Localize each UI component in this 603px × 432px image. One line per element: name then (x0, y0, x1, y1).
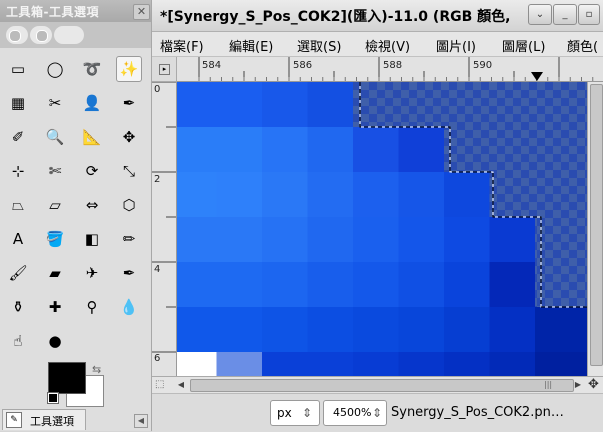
toolbox-titlebar[interactable]: 工具箱-工具選項 ✕ (0, 0, 151, 22)
fuzzy-select-icon[interactable]: ✨ (116, 56, 142, 82)
vertical-ruler-ticks (152, 82, 176, 353)
foreground-select-icon[interactable]: 👤 (79, 90, 105, 116)
horizontal-ruler[interactable]: 584 586 588 590 (177, 57, 603, 82)
smudge-icon[interactable]: ☝ (5, 328, 31, 354)
hruler-label: 590 (473, 60, 493, 71)
menu-item[interactable]: 圖片(I) (436, 36, 476, 55)
swap-colors-icon[interactable]: ⇆ (92, 363, 101, 376)
zoom-spin-icon: ⇕ (372, 406, 383, 420)
scroll-grip-icon: ||| (544, 380, 553, 389)
bucket-fill-icon[interactable]: 🪣 (42, 226, 68, 252)
shear-icon[interactable]: ⏢ (5, 192, 31, 218)
quick-mask-toggle-icon[interactable]: ⬚ (155, 379, 164, 390)
menu-item[interactable]: 圖層(L) (502, 36, 545, 55)
scissors-select-icon[interactable]: ✂ (42, 90, 68, 116)
vertical-ruler[interactable]: 0 2 4 6 (152, 82, 177, 376)
menubar: 檔案(F) 編輯(E) 選取(S) 檢視(V) 圖片(I) 圖層(L) 顏色( (152, 32, 603, 57)
menu-item[interactable]: 編輯(E) (229, 36, 273, 55)
dodge-burn-icon[interactable]: ● (42, 328, 68, 354)
horizontal-scrollbar[interactable]: ⬚ ◀ ||| ▶ ✥ (152, 376, 603, 393)
zoom-icon[interactable]: 🔍 (42, 124, 68, 150)
minimize-icon[interactable]: _ (553, 4, 577, 25)
blend-icon[interactable]: ◧ (79, 226, 105, 252)
dock-menu-arrow-icon[interactable]: ◀ (134, 414, 148, 428)
blur-sharpen-icon[interactable]: 💧 (116, 294, 142, 320)
hruler-label: 588 (383, 60, 403, 71)
vertical-scroll-thumb[interactable] (590, 84, 603, 366)
cage-transform-icon[interactable]: ⬡ (116, 192, 142, 218)
wilber-head-icon (54, 26, 84, 44)
zoomed-pixel-grid[interactable] (177, 82, 587, 376)
pointer-position-marker-icon (531, 72, 543, 81)
wilber-eye-icon (6, 26, 28, 44)
vruler-label: 2 (154, 174, 161, 185)
toolbox-window: 工具箱-工具選項 ✕ ▭ ◯ ➰ ✨ ▦ ✂ 👤 ✒ ✐ 🔍 📐 ✥ ⊹ ✄ ⟳ ⤡ ⏢ ⏥ ⇔ ⬡ A 🪣 ◧ ✏ 🖌 ▰ ✈ ✒ ⚱… (0, 0, 152, 431)
measure-icon[interactable]: 📐 (79, 124, 105, 150)
image-window-title: *[Synergy_S_Pos_COK2](匯入)-11.0 (RGB 顏色, (160, 9, 511, 25)
image-menu-icon[interactable]: ▸ (159, 64, 170, 75)
crop-icon[interactable]: ✄ (42, 158, 68, 184)
pencil-icon[interactable]: ✏ (116, 226, 142, 252)
status-filename: Synergy_S_Pos_COK2.pn… (391, 405, 564, 420)
zoom-selector[interactable]: 4500% ⇕ (323, 400, 387, 426)
rotate-icon[interactable]: ⟳ (79, 158, 105, 184)
wilber-eye-icon (30, 26, 52, 44)
menu-item[interactable]: 檢視(V) (365, 36, 410, 55)
hruler-label: 586 (293, 60, 313, 71)
tool-options-tab-label: 工具選項 (30, 415, 74, 428)
vruler-label: 4 (154, 264, 161, 275)
zoom-value: 4500% (333, 406, 372, 419)
ink-icon[interactable]: ✒ (116, 260, 142, 286)
horizontal-scroll-thumb[interactable] (190, 379, 574, 392)
align-icon[interactable]: ⊹ (5, 158, 31, 184)
window-menu-icon[interactable]: ⌄ (528, 4, 552, 25)
unit-selector[interactable]: px ⇕ (270, 400, 320, 426)
select-by-color-icon[interactable]: ▦ (5, 90, 31, 116)
default-colors-icon[interactable] (47, 392, 59, 404)
wilber-drop-area[interactable] (0, 22, 151, 48)
unit-spin-icon: ⇕ (302, 406, 313, 420)
foreground-color-swatch-front[interactable] (48, 362, 86, 394)
toolbox-close-icon[interactable]: ✕ (133, 4, 150, 20)
menu-item[interactable]: 選取(S) (297, 36, 341, 55)
heal-icon[interactable]: ✚ (42, 294, 68, 320)
free-select-icon[interactable]: ➰ (79, 56, 105, 82)
clone-icon[interactable]: ⚱ (5, 294, 31, 320)
vruler-label: 0 (154, 84, 161, 95)
menu-item[interactable]: 檔案(F) (160, 36, 204, 55)
image-canvas[interactable] (177, 82, 587, 376)
toolbox-title: 工具箱-工具選項 (6, 5, 99, 19)
flip-icon[interactable]: ⇔ (79, 192, 105, 218)
tool-options-icon: ✎ (6, 412, 22, 428)
rect-select-icon[interactable]: ▭ (5, 56, 31, 82)
vruler-label: 6 (154, 353, 161, 364)
ellipse-select-icon[interactable]: ◯ (42, 56, 68, 82)
hruler-label: 584 (202, 60, 222, 71)
move-icon[interactable]: ✥ (116, 124, 142, 150)
ruler-corner-menu[interactable]: ▸ (152, 57, 177, 82)
airbrush-icon[interactable]: ✈ (79, 260, 105, 286)
scroll-left-icon[interactable]: ◀ (176, 378, 186, 391)
statusbar: px ⇕ 4500% ⇕ Synergy_S_Pos_COK2.pn… (152, 393, 603, 432)
image-window: *[Synergy_S_Pos_COK2](匯入)-11.0 (RGB 顏色, … (152, 0, 603, 432)
vertical-scrollbar[interactable] (587, 82, 603, 376)
image-window-titlebar[interactable]: *[Synergy_S_Pos_COK2](匯入)-11.0 (RGB 顏色, … (152, 0, 603, 32)
perspective-icon[interactable]: ⏥ (42, 192, 68, 218)
unit-value: px (277, 406, 292, 420)
paintbrush-icon[interactable]: 🖌 (5, 260, 31, 286)
paths-icon[interactable]: ✒ (116, 90, 142, 116)
text-icon[interactable]: A (5, 226, 31, 252)
perspective-clone-icon[interactable]: ⚲ (79, 294, 105, 320)
scale-icon[interactable]: ⤡ (116, 158, 142, 184)
maximize-icon[interactable]: ▫ (578, 4, 600, 25)
menu-item[interactable]: 顏色( (567, 36, 598, 55)
navigate-icon[interactable]: ✥ (588, 377, 599, 392)
eraser-icon[interactable]: ▰ (42, 260, 68, 286)
color-picker-icon[interactable]: ✐ (5, 124, 31, 150)
scroll-right-icon[interactable]: ▶ (573, 378, 583, 391)
